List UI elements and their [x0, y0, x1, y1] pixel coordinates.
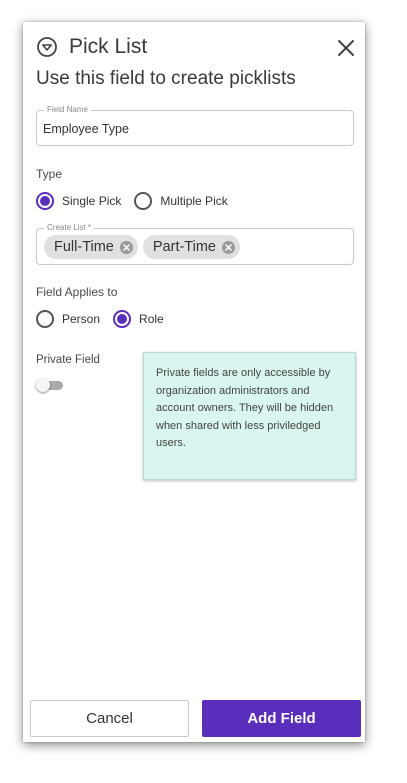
- type-label: Type: [36, 167, 63, 181]
- add-field-button[interactable]: Add Field: [202, 700, 361, 737]
- multiple-pick-radio[interactable]: Multiple Pick: [134, 192, 228, 210]
- dialog-header: Pick List: [36, 35, 147, 59]
- applies-to-label: Field Applies to: [36, 285, 118, 299]
- create-list-field[interactable]: Create List * Full-Time Part-Time: [36, 223, 354, 265]
- close-icon[interactable]: [337, 39, 355, 57]
- radio-unselected-icon: [36, 310, 54, 328]
- applies-to-radio-group: Person Role: [36, 310, 177, 328]
- type-radio-group: Single Pick Multiple Pick: [36, 192, 241, 210]
- chip-label: Full-Time: [54, 239, 114, 255]
- chip-list: Full-Time Part-Time: [44, 235, 245, 259]
- single-pick-label: Single Pick: [62, 194, 122, 208]
- private-field-label: Private Field: [36, 354, 100, 366]
- single-pick-radio[interactable]: Single Pick: [36, 192, 121, 210]
- person-label: Person: [62, 312, 101, 326]
- remove-chip-icon[interactable]: [222, 240, 235, 254]
- radio-selected-icon: [36, 192, 54, 210]
- cancel-button[interactable]: Cancel: [30, 700, 189, 737]
- role-radio[interactable]: Role: [113, 310, 164, 328]
- chevron-down-circle-icon: [36, 36, 58, 58]
- field-name-input[interactable]: [43, 122, 343, 136]
- dialog-subtitle: Use this field to create picklists: [36, 68, 296, 89]
- chip-label: Part-Time: [152, 239, 216, 255]
- multiple-pick-label: Multiple Pick: [160, 194, 228, 208]
- pick-list-dialog: Pick List Use this field to create pickl…: [23, 22, 365, 742]
- dialog-title: Pick List: [69, 35, 148, 58]
- toggle-thumb: [36, 378, 50, 392]
- field-name-label: Field Name: [44, 105, 91, 115]
- field-name-field: Field Name: [36, 105, 354, 146]
- radio-selected-icon: [113, 310, 132, 328]
- role-label: Role: [139, 312, 164, 326]
- chip-full-time: Full-Time: [44, 235, 138, 259]
- create-list-label: Create List *: [44, 223, 95, 233]
- chip-part-time: Part-Time: [142, 235, 240, 259]
- private-field-info-tooltip: Private fields are only accessible by or…: [143, 352, 356, 480]
- private-field-toggle[interactable]: [36, 378, 64, 392]
- remove-chip-icon[interactable]: [119, 240, 133, 254]
- person-radio[interactable]: Person: [36, 310, 100, 328]
- radio-unselected-icon: [134, 192, 153, 210]
